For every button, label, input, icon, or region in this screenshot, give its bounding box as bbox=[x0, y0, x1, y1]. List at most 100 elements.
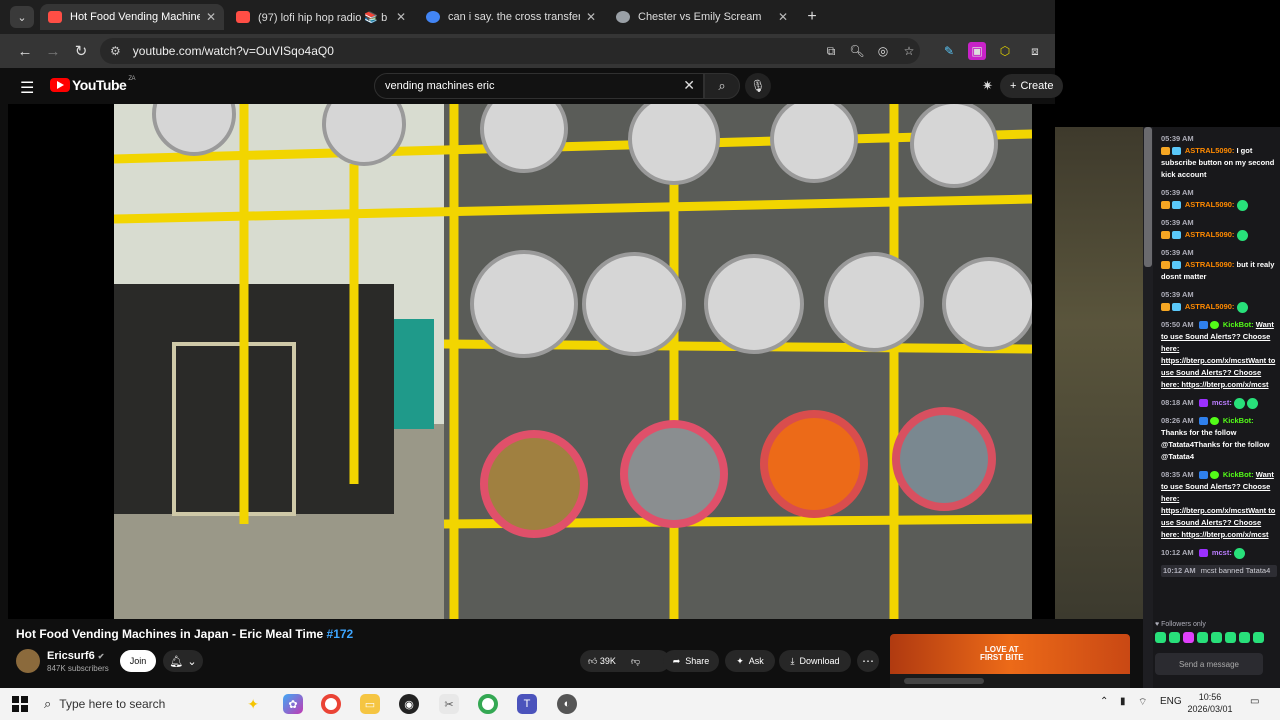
site-info-icon[interactable]: ⚙ bbox=[110, 44, 121, 58]
emote-icon[interactable] bbox=[1197, 632, 1208, 643]
file-explorer-icon[interactable]: ▭ bbox=[360, 694, 380, 714]
youtube-favicon-icon bbox=[48, 11, 62, 23]
app-icon[interactable]: ◐ bbox=[557, 694, 577, 714]
chat-username[interactable]: mcst: bbox=[1212, 548, 1232, 557]
message-time: 08:18 AM bbox=[1161, 398, 1194, 407]
like-button[interactable]: 👍︎ 39K bbox=[588, 656, 616, 667]
message-time: 08:26 AM bbox=[1161, 416, 1194, 425]
chat-username[interactable]: KickBot: bbox=[1223, 416, 1254, 425]
create-button[interactable]: + Create bbox=[1000, 74, 1064, 98]
chat-username[interactable]: ASTRAL5090: bbox=[1185, 146, 1235, 155]
tab-search-dropdown[interactable]: ⌄ bbox=[10, 6, 34, 28]
video-player[interactable] bbox=[8, 104, 1132, 619]
chat-message: 05:39 AM ASTRAL5090: I got subscribe but… bbox=[1161, 133, 1277, 181]
address-bar[interactable]: ⚙ youtube.com/watch?v=OuVISqo4aQ0 bbox=[100, 38, 920, 64]
ad-banner-image[interactable]: LOVE AT FIRST BITE bbox=[890, 634, 1130, 674]
tab-hot-food-vending[interactable]: Hot Food Vending Machine ✕ bbox=[40, 4, 224, 30]
clear-search-icon[interactable]: ✕ bbox=[683, 77, 695, 94]
notifications-icon[interactable]: ✷ bbox=[982, 78, 993, 94]
snipping-tool-icon[interactable]: ✂ bbox=[439, 694, 459, 714]
tab-lofi-radio[interactable]: (97) lofi hip hop radio 📚 b ✕ bbox=[228, 4, 414, 30]
chevron-up-icon[interactable]: ⌃ bbox=[1100, 696, 1108, 707]
forward-arrow-icon[interactable]: → bbox=[42, 40, 64, 62]
crown-badge-icon bbox=[1161, 147, 1170, 156]
reload-icon[interactable]: ↻ bbox=[70, 40, 92, 62]
youtube-logo[interactable]: YouTube ZA bbox=[50, 76, 135, 93]
chat-scrollbar[interactable] bbox=[1143, 127, 1153, 688]
channel-avatar[interactable] bbox=[16, 649, 40, 673]
ask-button[interactable]: ✦ Ask bbox=[725, 650, 775, 672]
zoom-icon[interactable]: 🔍︎ bbox=[848, 42, 866, 60]
chat-username[interactable]: KickBot: bbox=[1223, 320, 1254, 329]
search-icon[interactable]: ⌕ bbox=[704, 73, 740, 99]
share-label: Share bbox=[685, 656, 710, 666]
close-tab-icon[interactable]: ✕ bbox=[778, 10, 788, 24]
close-tab-icon[interactable]: ✕ bbox=[586, 10, 596, 24]
microphone-icon[interactable]: 🎙︎ bbox=[745, 73, 771, 99]
like-count: 39K bbox=[599, 655, 616, 666]
emote-icon[interactable] bbox=[1239, 632, 1250, 643]
tab-cross-transference[interactable]: can i say. the cross transference ✕ bbox=[418, 4, 604, 30]
bookmark-star-icon[interactable]: ☆ bbox=[900, 42, 918, 60]
new-tab-button[interactable]: + bbox=[802, 7, 822, 27]
language-indicator[interactable]: ENG bbox=[1160, 696, 1182, 707]
channel-name[interactable]: Ericsurf6 ✔ bbox=[47, 650, 104, 662]
obs-icon[interactable]: ◉ bbox=[399, 694, 419, 714]
share-button[interactable]: ➦ Share bbox=[663, 650, 719, 672]
extension-pink-icon[interactable]: ▣ bbox=[968, 42, 986, 60]
chat-username[interactable]: ASTRAL5090: bbox=[1185, 260, 1235, 269]
windows-start-icon[interactable] bbox=[12, 696, 28, 712]
chrome-icon[interactable] bbox=[321, 694, 341, 714]
user-badge-icon bbox=[1198, 399, 1208, 408]
chat-username[interactable]: ASTRAL5090: bbox=[1185, 200, 1235, 209]
copilot-icon[interactable]: ✿ bbox=[283, 694, 303, 714]
teams-icon[interactable]: T bbox=[517, 694, 537, 714]
taskbar-search[interactable]: ⌕ Type here to search ✦ bbox=[44, 692, 269, 716]
hamburger-menu-icon[interactable]: ☰ bbox=[20, 78, 34, 98]
bot-badge-icon bbox=[1198, 321, 1208, 330]
close-tab-icon[interactable]: ✕ bbox=[396, 10, 406, 24]
chat-username[interactable]: mcst: bbox=[1212, 398, 1232, 407]
usb-icon[interactable]: ▮ bbox=[1120, 696, 1126, 707]
download-button[interactable]: ⤓ Download bbox=[779, 650, 851, 672]
emote-icon[interactable] bbox=[1253, 632, 1264, 643]
ban-notice: 10:12 AM mcst banned Tatata4 bbox=[1161, 565, 1277, 577]
emote-icon[interactable] bbox=[1155, 632, 1166, 643]
chevron-down-icon: ⌄ bbox=[187, 655, 197, 668]
ad-subtitle-placeholder bbox=[904, 678, 984, 684]
chat-message: 08:35 AM KickBot: Want to use Sound Aler… bbox=[1161, 469, 1277, 541]
extension-translate-icon[interactable]: ✎ bbox=[940, 42, 958, 60]
emote-icon[interactable] bbox=[1225, 632, 1236, 643]
sponsored-ad-card[interactable]: LOVE AT FIRST BITE bbox=[890, 634, 1130, 688]
notification-icon[interactable]: ▭ bbox=[1250, 696, 1259, 707]
chat-username[interactable]: KickBot: bbox=[1223, 470, 1254, 479]
google-favicon-icon bbox=[426, 11, 440, 23]
video-frame-image[interactable] bbox=[114, 104, 1032, 619]
chat-username[interactable]: ASTRAL5090: bbox=[1185, 230, 1235, 239]
video-hashtag[interactable]: #172 bbox=[327, 627, 354, 641]
extension-yellow-icon[interactable]: ⬡ bbox=[996, 42, 1014, 60]
chat-username[interactable]: ASTRAL5090: bbox=[1185, 302, 1235, 311]
install-app-icon[interactable]: ⧉ bbox=[822, 42, 840, 60]
search-input[interactable]: vending machines eric ✕ bbox=[374, 73, 704, 99]
join-button[interactable]: Join bbox=[120, 650, 156, 672]
verified-badge-icon bbox=[1209, 471, 1219, 480]
chrome-profile-icon[interactable] bbox=[478, 694, 498, 714]
emote-icon[interactable] bbox=[1211, 632, 1222, 643]
subscription-bell-button[interactable]: 🔔︎ ⌄ bbox=[163, 650, 203, 672]
message-text[interactable]: Want to use Sound Alerts?? Choose here: … bbox=[1161, 320, 1275, 389]
chat-message-input[interactable]: Send a message bbox=[1155, 653, 1263, 675]
close-tab-icon[interactable]: ✕ bbox=[206, 10, 216, 24]
emote-icon[interactable] bbox=[1183, 632, 1194, 643]
back-arrow-icon[interactable]: ← bbox=[14, 40, 36, 62]
dislike-button[interactable]: 👎︎ bbox=[631, 656, 640, 667]
network-icon[interactable]: ⌔ bbox=[1138, 696, 1147, 709]
emote-icon[interactable] bbox=[1169, 632, 1180, 643]
tab-chester-vs-emily[interactable]: Chester vs Emily Scream ✕ bbox=[608, 4, 796, 30]
chat-scroll-thumb[interactable] bbox=[1144, 127, 1152, 267]
eye-off-icon[interactable]: ◎ bbox=[874, 42, 892, 60]
more-actions-icon[interactable]: ⋯ bbox=[857, 650, 879, 672]
message-text[interactable]: Want to use Sound Alerts?? Choose here: … bbox=[1161, 470, 1275, 539]
extensions-puzzle-icon[interactable]: ⧈ bbox=[1026, 42, 1044, 60]
taskbar-clock[interactable]: 10:56 2026/03/01 bbox=[1184, 691, 1236, 715]
